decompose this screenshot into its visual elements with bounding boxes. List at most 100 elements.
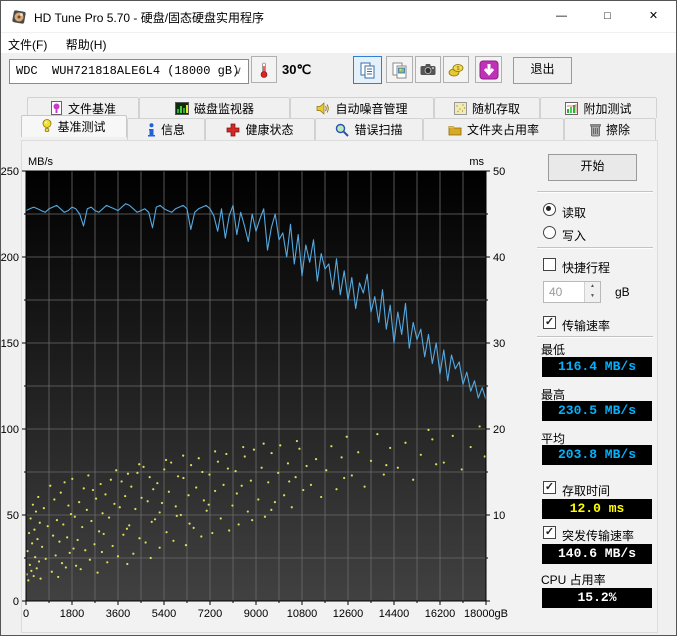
exit-button[interactable]: 退出 xyxy=(513,57,572,84)
temperature-value: 30℃ xyxy=(282,62,312,77)
svg-text:1800: 1800 xyxy=(60,608,84,620)
cpu-usage-value: 15.2% xyxy=(542,588,652,608)
svg-text:18000gB: 18000gB xyxy=(464,608,508,620)
svg-text:3600: 3600 xyxy=(106,608,130,620)
write-radio[interactable] xyxy=(543,226,556,239)
screenshot-button[interactable] xyxy=(415,56,441,83)
start-button[interactable]: 开始 xyxy=(548,154,637,181)
svg-text:200: 200 xyxy=(1,252,19,264)
avg-value: 203.8 MB/s xyxy=(542,445,652,465)
tab-error-scan[interactable]: 错误扫描 xyxy=(315,118,423,140)
speaker-icon xyxy=(317,101,330,115)
extra-tests-icon xyxy=(565,101,579,115)
hd-tune-logo-icon xyxy=(12,10,26,24)
window-title: HD Tune Pro 5.70 - 硬盘/固态硬盘实用程序 xyxy=(34,11,265,25)
svg-text:0: 0 xyxy=(23,608,29,620)
tab-benchmark[interactable]: 基准测试 xyxy=(21,115,127,137)
short-stroke-label[interactable]: 快捷行程 xyxy=(562,259,610,276)
svg-text:30: 30 xyxy=(493,338,505,350)
min-value: 116.4 MB/s xyxy=(542,357,652,377)
tab-info[interactable]: 信息 xyxy=(127,118,205,140)
svg-text:9000: 9000 xyxy=(244,608,268,620)
disk-monitor-icon xyxy=(174,101,189,115)
menubar: 文件(F) 帮助(H) xyxy=(1,33,676,53)
drive-select-value: WDC WUH721818ALE6L4 (18000 gB) xyxy=(16,64,240,78)
read-radio[interactable] xyxy=(543,203,556,216)
tab-disk-monitor[interactable]: 磁盘监视器 xyxy=(139,97,290,118)
save-results-button[interactable] xyxy=(475,56,502,83)
toolbar: WDC WUH721818ALE6L4 (18000 gB) ∨ 30℃ $ 退… xyxy=(1,53,676,95)
short-stroke-unit: gB xyxy=(615,285,630,299)
bulb-icon xyxy=(43,119,52,132)
short-stroke-size-input[interactable]: 40 ▲ ▼ xyxy=(543,281,601,303)
svg-text:16200: 16200 xyxy=(425,608,456,620)
separator xyxy=(537,247,653,249)
separator xyxy=(537,336,653,338)
transfer-rate-checkbox[interactable] xyxy=(543,316,556,329)
copy-image-button[interactable] xyxy=(386,56,413,83)
folder-icon xyxy=(448,125,462,135)
short-stroke-checkbox[interactable] xyxy=(543,258,556,271)
hd-tune-window: HD Tune Pro 5.70 - 硬盘/固态硬盘实用程序 — □ ✕ 文件(… xyxy=(0,0,677,636)
write-radio-label[interactable]: 写入 xyxy=(562,227,586,244)
svg-text:50: 50 xyxy=(493,166,505,178)
copy-image-icon xyxy=(392,62,406,78)
burst-rate-checkbox[interactable] xyxy=(543,526,556,539)
access-time-checkbox[interactable] xyxy=(543,481,556,494)
tab-extra-tests[interactable]: 附加测试 xyxy=(540,97,657,118)
burst-rate-label[interactable]: 突发传输速率 xyxy=(562,527,634,544)
thermometer-icon xyxy=(260,62,268,78)
tab-random-access[interactable]: 随机存取 xyxy=(434,97,540,118)
svg-text:10: 10 xyxy=(493,510,505,522)
svg-text:150: 150 xyxy=(1,338,19,350)
burst-rate-value: 140.6 MB/s xyxy=(542,544,652,564)
svg-text:100: 100 xyxy=(1,424,19,436)
svg-text:5400: 5400 xyxy=(152,608,176,620)
gold-button[interactable]: $ xyxy=(443,56,469,83)
copy-report-button[interactable] xyxy=(353,56,382,84)
tab-row-lower: 基准测试 信息 健康状态 错误扫描 文件夹占用率 擦除 xyxy=(21,115,656,140)
svg-text:ms: ms xyxy=(469,156,484,168)
cpu-usage-label: CPU 占用率 xyxy=(541,573,606,587)
svg-text:20: 20 xyxy=(493,424,505,436)
min-label: 最低 xyxy=(541,343,566,357)
temperature-button[interactable] xyxy=(251,56,277,83)
drive-select[interactable]: WDC WUH721818ALE6L4 (18000 gB) ∨ xyxy=(9,59,249,84)
svg-text:12600: 12600 xyxy=(333,608,364,620)
minimize-button[interactable]: — xyxy=(539,1,584,32)
svg-text:50: 50 xyxy=(7,510,19,522)
svg-text:0: 0 xyxy=(13,596,19,608)
tab-erase[interactable]: 擦除 xyxy=(564,118,656,140)
read-radio-label[interactable]: 读取 xyxy=(562,204,586,221)
svg-text:10800: 10800 xyxy=(287,608,318,620)
tab-auto-acoustic[interactable]: 自动噪音管理 xyxy=(290,97,434,118)
chevron-down-icon: ∨ xyxy=(233,65,242,77)
spin-down-icon[interactable]: ▼ xyxy=(585,292,600,302)
tab-folder-usage[interactable]: 文件夹占用率 xyxy=(423,118,564,140)
svg-text:$: $ xyxy=(457,66,460,72)
short-stroke-size-value: 40 xyxy=(549,285,563,299)
svg-text:250: 250 xyxy=(1,166,19,178)
transfer-rate-label[interactable]: 传输速率 xyxy=(562,317,610,334)
svg-text:14400: 14400 xyxy=(379,608,410,620)
magnifier-icon xyxy=(336,123,350,137)
separator xyxy=(537,191,653,193)
tab-health[interactable]: 健康状态 xyxy=(205,118,315,140)
save-down-icon xyxy=(479,60,498,79)
trash-icon xyxy=(590,123,601,136)
svg-text:7200: 7200 xyxy=(198,608,222,620)
copy-report-icon xyxy=(360,62,374,79)
titlebar: HD Tune Pro 5.70 - 硬盘/固态硬盘实用程序 — □ ✕ xyxy=(1,1,676,33)
info-icon xyxy=(147,122,155,136)
gold-icon: $ xyxy=(448,63,464,76)
maximize-button[interactable]: □ xyxy=(585,1,630,32)
access-time-label[interactable]: 存取时间 xyxy=(562,482,610,499)
close-button[interactable]: ✕ xyxy=(631,1,676,32)
svg-text:MB/s: MB/s xyxy=(28,156,54,168)
access-time-value: 12.0 ms xyxy=(542,499,652,519)
svg-text:40: 40 xyxy=(493,252,505,264)
max-value: 230.5 MB/s xyxy=(542,401,652,421)
health-cross-icon xyxy=(227,123,240,136)
file-benchmark-icon xyxy=(50,101,62,115)
random-access-icon xyxy=(453,101,467,115)
